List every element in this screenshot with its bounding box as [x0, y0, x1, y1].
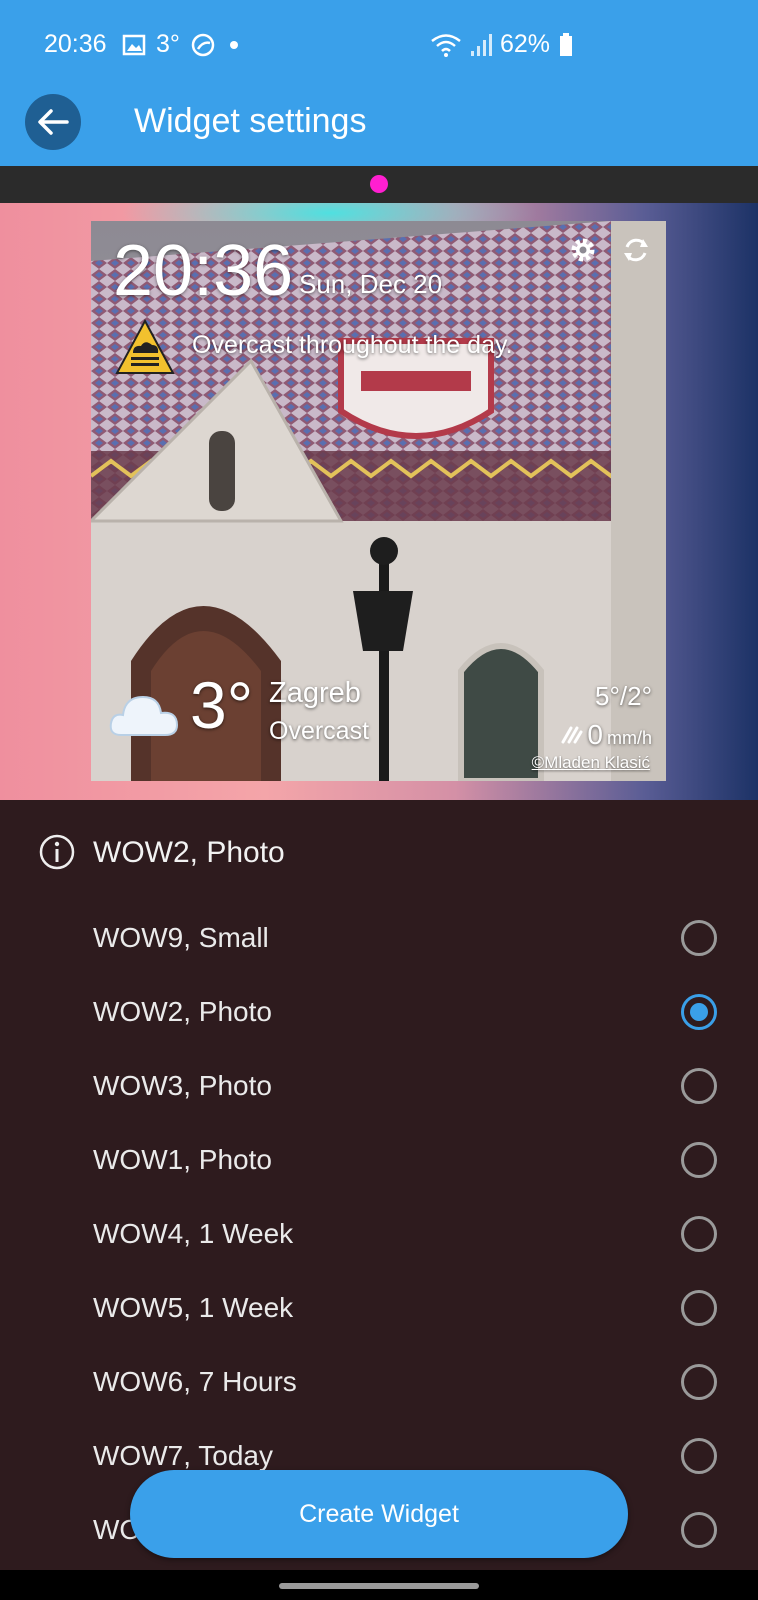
precipitation: 0 mm/h — [561, 719, 652, 751]
status-icons-right: 62% — [430, 30, 574, 59]
page-title: Widget settings — [134, 102, 367, 140]
weather-summary: Overcast throughout the day. — [192, 331, 513, 359]
radio-button[interactable] — [681, 1216, 717, 1252]
radio-button[interactable] — [681, 1142, 717, 1178]
radio-button[interactable] — [681, 1068, 717, 1104]
widget-preview[interactable]: 20:36 Sun, Dec 20 Overcast throughout th… — [91, 221, 666, 781]
back-button[interactable] — [25, 94, 81, 150]
battery-percent: 62% — [500, 30, 551, 58]
navigation-bar — [0, 1570, 758, 1600]
selected-widget-header: WOW2, Photo — [0, 800, 758, 890]
current-temperature: 3° — [190, 668, 254, 742]
weather-condition: Overcast — [269, 717, 370, 745]
widget-clock: 20:36 — [113, 231, 294, 311]
widget-option-label: WOW4, 1 Week — [93, 1218, 294, 1249]
widget-option[interactable]: WOW9, Small — [0, 902, 758, 976]
app-bar: Widget settings — [0, 90, 758, 166]
home-gesture-handle[interactable] — [279, 1583, 479, 1589]
weather-warning-icon — [115, 319, 175, 374]
widget-option[interactable]: WOW3, Photo — [0, 1050, 758, 1124]
status-icons-left: 3° — [122, 30, 242, 59]
wifi-icon — [431, 33, 461, 57]
precipitation-value: 0 — [587, 719, 603, 750]
widget-option-label: WOW2, Photo — [93, 996, 272, 1027]
widget-option-label: WOW9, Small — [93, 922, 269, 953]
signal-icon — [471, 33, 492, 56]
status-temp: 3° — [156, 30, 180, 58]
active-page-dot — [370, 175, 388, 193]
widget-option-label: WOW5, 1 Week — [93, 1292, 294, 1323]
radio-button[interactable] — [681, 1512, 717, 1548]
hi-lo-temperature: 5°/2° — [595, 681, 652, 711]
weather-moon-icon — [191, 33, 215, 56]
status-time: 20:36 — [44, 30, 107, 58]
gallery-icon — [122, 34, 146, 55]
battery-icon — [560, 32, 573, 56]
create-widget-button[interactable]: Create Widget — [130, 1470, 628, 1558]
widget-option[interactable]: WOW6, 7 Hours — [0, 1346, 758, 1420]
widget-type-list: WOW2, Photo WOW9, Small WOW2, Photo WOW3… — [0, 800, 758, 1570]
radio-button[interactable] — [681, 920, 717, 956]
refresh-icon[interactable] — [621, 235, 651, 265]
widget-option-label: WOW3, Photo — [93, 1070, 272, 1101]
page-indicator — [0, 166, 758, 203]
selected-widget-label: WOW2, Photo — [93, 836, 285, 869]
widget-option[interactable]: WOW4, 1 Week — [0, 1198, 758, 1272]
widget-option[interactable]: WOW5, 1 Week — [0, 1272, 758, 1346]
radio-button[interactable] — [681, 1438, 717, 1474]
photo-credit-link[interactable]: ©Mladen Klasić — [532, 753, 650, 773]
gear-icon[interactable] — [568, 235, 598, 265]
widget-date: Sun, Dec 20 — [299, 269, 443, 299]
widget-option[interactable]: WOW2, Photo — [0, 976, 758, 1050]
radio-button[interactable] — [681, 1364, 717, 1400]
radio-button[interactable] — [681, 1290, 717, 1326]
status-bar: 20:36 3° 62% — [0, 0, 758, 90]
arrow-left-icon — [38, 109, 69, 135]
cloud-icon — [109, 695, 179, 736]
info-icon[interactable] — [39, 834, 75, 870]
widget-option-label: WOW1, Photo — [93, 1144, 272, 1175]
widget-option[interactable]: WOW1, Photo — [0, 1124, 758, 1198]
dot-icon — [229, 40, 238, 49]
city-name: Zagreb — [269, 677, 361, 709]
radio-button-selected[interactable] — [681, 994, 717, 1030]
rain-drops-icon — [561, 726, 583, 744]
widget-option-label: WOW6, 7 Hours — [93, 1366, 297, 1397]
precipitation-unit: mm/h — [607, 728, 652, 748]
widget-option-label: WOW7, Today — [93, 1440, 273, 1471]
